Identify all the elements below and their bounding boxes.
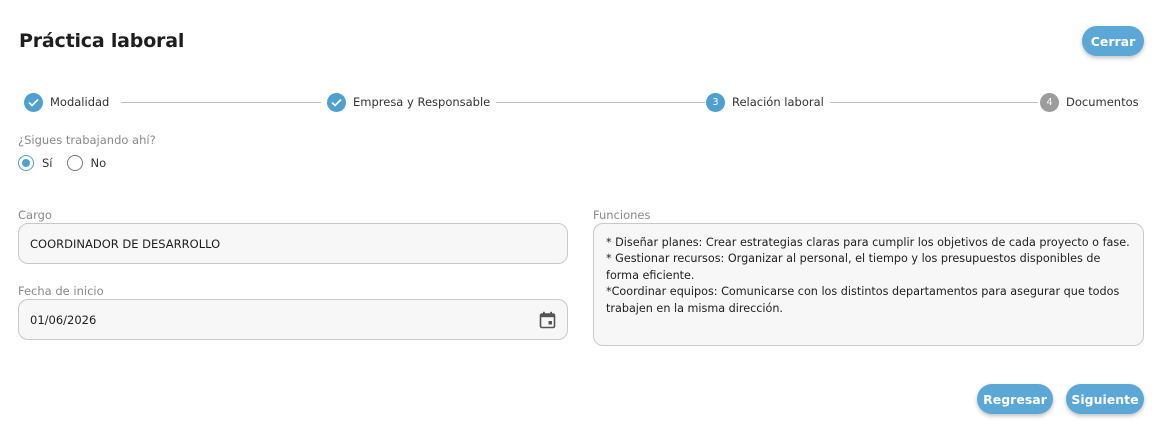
fecha-label: Fecha de inicio <box>18 284 104 298</box>
check-icon <box>327 92 346 112</box>
funciones-line: * Gestionar recursos: Organizar al perso… <box>606 252 1101 282</box>
radio-label: Sí <box>42 156 53 170</box>
step-empresa[interactable]: Empresa y Responsable <box>327 92 490 112</box>
step-label: Relación laboral <box>732 95 824 109</box>
step-number: 4 <box>1040 92 1059 112</box>
radio-group: Sí No <box>18 155 120 171</box>
radio-no[interactable] <box>66 155 83 171</box>
radio-si[interactable] <box>18 155 34 171</box>
funciones-textarea[interactable]: * Diseñar planes: Crear estrategias clar… <box>593 223 1144 346</box>
check-icon <box>24 92 43 112</box>
fecha-value: 01/06/2026 <box>30 312 97 327</box>
back-button[interactable]: Regresar <box>977 384 1053 414</box>
close-button[interactable]: Cerrar <box>1082 26 1144 56</box>
stepper: Modalidad Empresa y Responsable 3 Relaci… <box>24 92 1139 112</box>
step-connector <box>121 102 321 103</box>
step-label: Documentos <box>1066 95 1139 109</box>
step-label: Empresa y Responsable <box>353 95 491 109</box>
cargo-value: COORDINADOR DE DESARROLLO <box>30 236 221 251</box>
step-label: Modalidad <box>50 95 110 109</box>
funciones-line: *Coordinar equipos: Comunicarse con los … <box>606 285 1120 315</box>
step-documentos[interactable]: 4 Documentos <box>1040 92 1139 112</box>
step-modalidad[interactable]: Modalidad <box>24 92 109 112</box>
next-button[interactable]: Siguiente <box>1066 384 1144 414</box>
calendar-icon[interactable] <box>539 311 556 329</box>
step-connector <box>496 102 705 103</box>
radio-label: No <box>90 156 107 170</box>
header: Práctica laboral Cerrar <box>18 26 1144 58</box>
step-relacion[interactable]: 3 Relación laboral <box>706 92 824 112</box>
cargo-field[interactable]: COORDINADOR DE DESARROLLO <box>18 223 568 264</box>
funciones-label: Funciones <box>593 208 651 222</box>
funciones-line: * Diseñar planes: Crear estrategias clar… <box>606 236 1130 249</box>
cargo-label: Cargo <box>18 208 52 222</box>
step-number: 3 <box>706 92 725 112</box>
page-title: Práctica laboral <box>19 30 185 52</box>
question-label: ¿Sigues trabajando ahí? <box>18 133 156 147</box>
fecha-field[interactable]: 01/06/2026 <box>18 299 568 340</box>
step-connector <box>830 102 1038 103</box>
